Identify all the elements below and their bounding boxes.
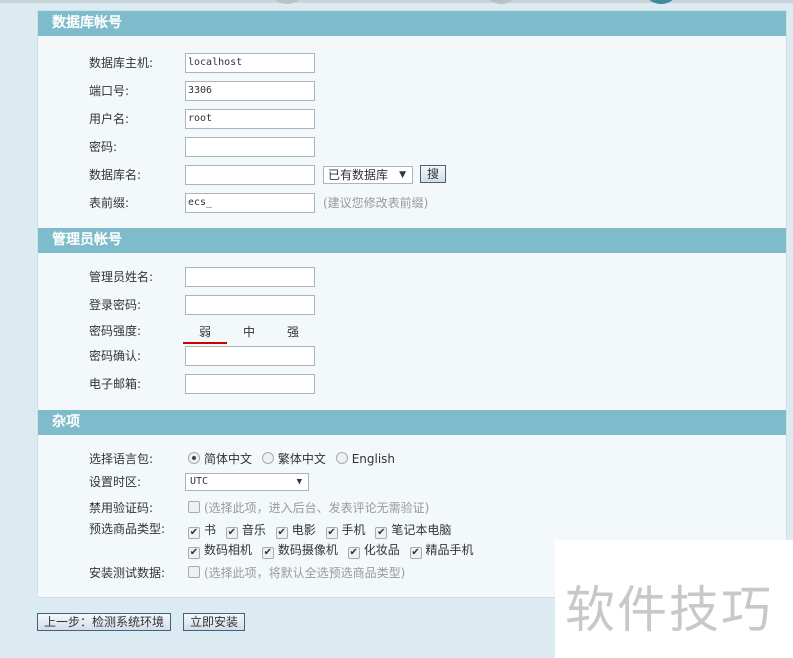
existing-db-value: 已有数据库 — [328, 168, 389, 182]
db-port-label: 端口号: — [89, 84, 130, 98]
dropdown-arrow-icon: ▼ — [296, 477, 302, 487]
db-user-input[interactable]: root — [185, 109, 315, 129]
prev-step-button[interactable]: 上一步：检测系统环境 — [37, 613, 172, 631]
goods-row-2: ✔ 数码相机 ✔ 数码摄像机 ✔ 化妆品 ✔ 精品手机 — [188, 542, 480, 559]
lang-radio-group: 简体中文 繁体中文 English — [188, 451, 401, 467]
goods-option-label: 化妆品 — [363, 543, 400, 557]
dropdown-arrow-icon: ▼ — [399, 170, 406, 180]
lang-option-label: English — [351, 452, 396, 466]
goods-checkbox[interactable]: ✔ — [409, 547, 422, 559]
strength-label: 密码强度: — [89, 324, 142, 338]
goods-option-label: 数码摄像机 — [277, 543, 338, 557]
watermark: 软件技巧 — [555, 540, 793, 658]
section-header-admin: 管理员帐号 — [38, 228, 786, 253]
test-data-checkbox[interactable] — [188, 566, 200, 578]
goods-row-1: ✔ 书 ✔ 音乐 ✔ 电影 ✔ 手机 ✔ 笔记本电脑 — [188, 522, 457, 539]
admin-name-label: 管理员姓名: — [89, 270, 154, 284]
top-border — [0, 0, 793, 3]
captcha-checkbox[interactable] — [188, 501, 200, 513]
strength-weak: 弱 — [183, 323, 227, 344]
lang-label: 选择语言包: — [89, 452, 154, 466]
lang-radio-traditional[interactable] — [261, 452, 274, 464]
lang-radio-simplified[interactable] — [188, 452, 200, 464]
goods-checkbox[interactable]: ✔ — [275, 527, 288, 539]
goods-checkbox[interactable]: ✔ — [347, 547, 360, 559]
lang-radio-english[interactable] — [335, 452, 348, 464]
db-pass-label: 密码: — [89, 140, 118, 154]
goods-option-label: 电影 — [291, 523, 316, 537]
db-host-input[interactable]: localhost — [185, 53, 315, 73]
lang-option-label: 简体中文 — [204, 452, 253, 466]
goods-checkbox[interactable]: ✔ — [375, 527, 388, 539]
captcha-label: 禁用验证码: — [89, 501, 154, 515]
goods-label: 预选商品类型: — [89, 522, 166, 536]
db-port-input[interactable]: 3306 — [185, 81, 315, 101]
db-user-label: 用户名: — [89, 112, 130, 126]
db-prefix-input[interactable]: ecs_ — [185, 193, 315, 213]
admin-email-label: 电子邮箱: — [89, 377, 142, 391]
db-name-label: 数据库名: — [89, 168, 142, 182]
test-data-hint: (选择此项，将默认全选预选商品类型) — [204, 566, 406, 580]
search-db-button[interactable]: 搜 — [420, 165, 447, 183]
goods-option-label: 精品手机 — [425, 543, 474, 557]
strength-strong: 强 — [286, 325, 299, 339]
goods-option-label: 手机 — [341, 523, 366, 537]
goods-checkbox[interactable]: ✔ — [225, 527, 238, 539]
timezone-value: UTC — [190, 476, 209, 487]
section-header-misc: 杂项 — [38, 410, 786, 435]
test-data-row: (选择此项，将默认全选预选商品类型) — [188, 565, 411, 581]
goods-checkbox[interactable]: ✔ — [325, 527, 338, 539]
section-header-db: 数据库帐号 — [38, 11, 786, 36]
captcha-hint: (选择此项，进入后台、发表评论无需验证) — [204, 501, 430, 515]
db-prefix-label: 表前缀: — [89, 196, 130, 210]
test-data-label: 安装测试数据: — [89, 566, 166, 580]
goods-option-label: 笔记本电脑 — [391, 523, 452, 537]
strength-medium: 中 — [242, 325, 255, 339]
timezone-select[interactable]: UTC ▼ — [185, 473, 309, 491]
timezone-label: 设置时区: — [89, 475, 142, 489]
db-host-label: 数据库主机: — [89, 56, 154, 70]
install-form-panel: 数据库帐号 数据库主机: localhost 端口号: 3306 用户名: ro… — [37, 10, 787, 598]
admin-pass-label: 登录密码: — [89, 298, 142, 312]
captcha-row: (选择此项，进入后台、发表评论无需验证) — [188, 500, 435, 516]
watermark-text: 软件技巧 — [565, 581, 773, 639]
goods-checkbox[interactable]: ✔ — [188, 547, 200, 559]
existing-db-select[interactable]: 已有数据库 ▼ — [323, 166, 413, 184]
db-prefix-hint: (建议您修改表前缀) — [323, 196, 429, 210]
admin-name-input[interactable] — [185, 267, 315, 287]
admin-pass-input[interactable] — [185, 295, 315, 315]
goods-option-label: 书 — [204, 523, 217, 537]
admin-email-input[interactable] — [185, 374, 315, 394]
install-button[interactable]: 立即安装 — [183, 613, 246, 631]
admin-confirm-input[interactable] — [185, 346, 315, 366]
db-name-input[interactable] — [185, 165, 315, 185]
goods-checkbox[interactable]: ✔ — [188, 527, 200, 539]
admin-confirm-label: 密码确认: — [89, 349, 142, 363]
goods-option-label: 音乐 — [241, 523, 266, 537]
lang-option-label: 繁体中文 — [277, 452, 326, 466]
goods-checkbox[interactable]: ✔ — [261, 547, 274, 559]
goods-option-label: 数码相机 — [204, 543, 253, 557]
db-pass-input[interactable] — [185, 137, 315, 157]
